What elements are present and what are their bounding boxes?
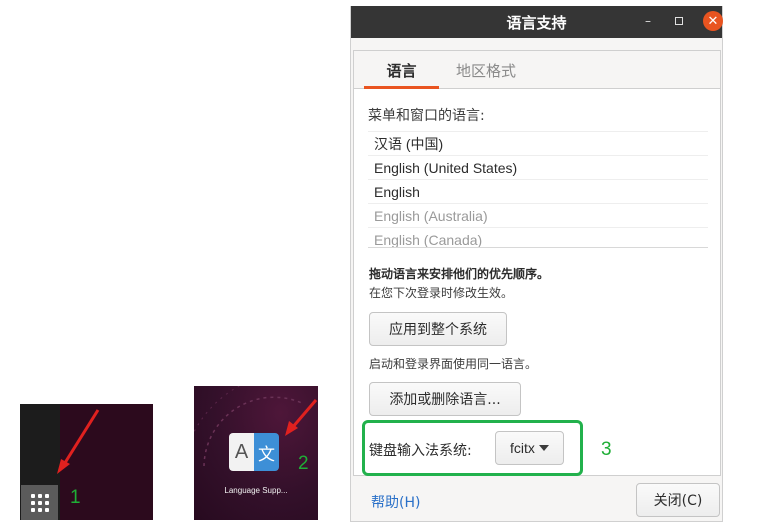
list-item[interactable]: English (United States) — [368, 155, 708, 179]
close-window-button[interactable]: ✕ — [703, 11, 723, 31]
add-remove-languages-button[interactable]: 添加或删除语言... — [369, 382, 521, 416]
tab-language[interactable]: 语言 — [364, 51, 439, 89]
tab-container: 语言 地区格式 菜单和窗口的语言: 汉语 (中国) English (Unite… — [353, 50, 721, 476]
red-arrow-annotation — [57, 409, 100, 474]
login-effect-note: 在您下次登录时修改生效。 — [369, 286, 514, 300]
green-highlight-annotation — [362, 420, 583, 476]
startup-language-note: 启动和登录界面使用同一语言。 — [369, 357, 538, 371]
list-item[interactable]: 汉语 (中国) — [368, 131, 708, 155]
step-number-3: 3 — [601, 439, 612, 460]
close-button[interactable]: 关闭(C) — [636, 483, 720, 517]
title-bar[interactable]: 语言支持 – ✕ — [351, 6, 723, 38]
minimize-button[interactable]: – — [639, 12, 657, 30]
step-number-2: 2 — [298, 453, 309, 474]
list-item[interactable]: English (Australia) — [368, 203, 708, 227]
drag-order-note: 拖动语言来安排他们的优先顺序。 — [369, 267, 550, 281]
language-list-heading: 菜单和窗口的语言: — [368, 108, 485, 124]
tab-bar: 语言 地区格式 — [354, 51, 720, 89]
apply-system-wide-button[interactable]: 应用到整个系统 — [369, 312, 507, 346]
dialog-title: 语言支持 — [506, 14, 567, 32]
language-list[interactable]: 汉语 (中国) English (United States) English … — [368, 131, 708, 248]
step-number-1: 1 — [70, 487, 81, 508]
maximize-button[interactable] — [670, 12, 688, 30]
list-item[interactable]: English (Canada) — [368, 227, 708, 247]
tab-regional-formats[interactable]: 地区格式 — [446, 51, 526, 89]
dock-screenshot — [20, 404, 153, 520]
maximize-icon — [675, 17, 683, 25]
help-button[interactable]: 帮助(H) — [371, 492, 420, 512]
list-item[interactable]: English — [368, 179, 708, 203]
